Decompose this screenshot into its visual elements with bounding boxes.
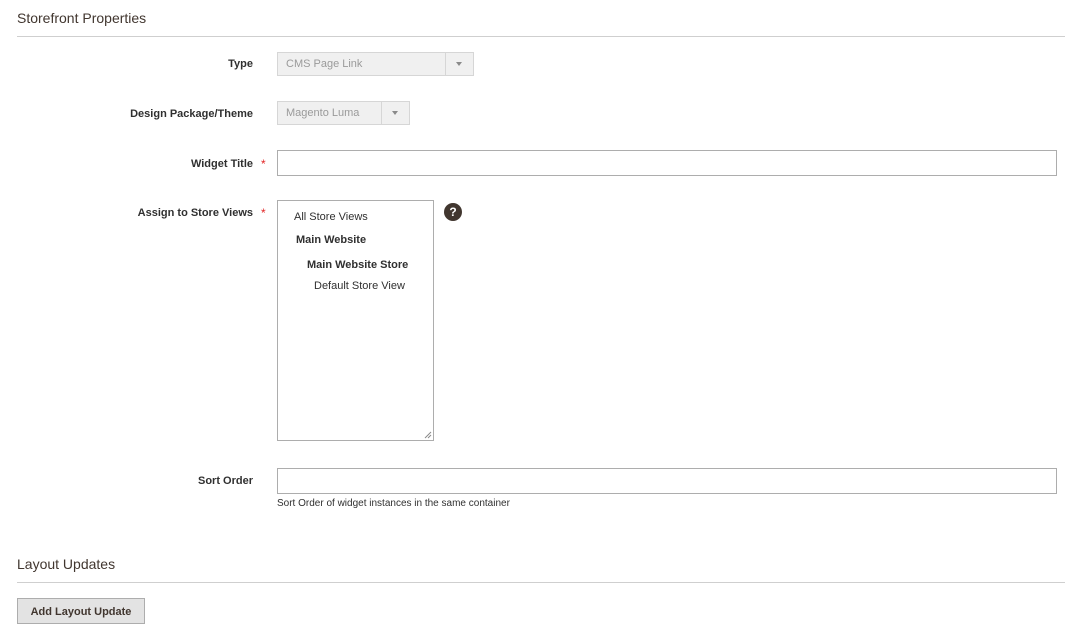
help-question-icon[interactable]: ? — [444, 203, 462, 221]
store-views-label: Assign to Store Views — [137, 207, 253, 219]
widget-title-input[interactable] — [277, 150, 1057, 176]
theme-chevron-down-icon — [381, 102, 409, 124]
theme-select[interactable]: Magento Luma — [277, 101, 410, 125]
store-view-group-store: Main Website Store — [307, 259, 409, 271]
store-views-required-mark: * — [261, 206, 266, 220]
sort-order-note: Sort Order of widget instances in the sa… — [277, 498, 510, 509]
store-view-option-all[interactable]: All Store Views — [294, 211, 368, 223]
add-layout-update-button[interactable]: Add Layout Update — [17, 598, 145, 624]
theme-label: Design Package/Theme — [130, 108, 253, 120]
store-view-group-website: Main Website — [296, 234, 367, 246]
store-views-multiselect[interactable]: All Store Views Main Website Main Websit… — [277, 200, 434, 441]
layout-updates-title: Layout Updates — [17, 556, 116, 572]
type-chevron-down-icon — [445, 53, 473, 75]
widget-title-required-mark: * — [261, 157, 266, 171]
store-view-option-default[interactable]: Default Store View — [314, 280, 405, 292]
sort-order-input[interactable] — [277, 468, 1057, 494]
storefront-properties-title: Storefront Properties — [17, 10, 147, 26]
type-select-value: CMS Page Link — [286, 58, 363, 70]
theme-select-value: Magento Luma — [286, 107, 360, 119]
layout-updates-divider — [17, 582, 1065, 583]
resize-handle-icon[interactable] — [424, 431, 432, 439]
widget-title-label: Widget Title — [190, 158, 253, 170]
storefront-properties-divider — [17, 36, 1065, 37]
type-label: Type — [228, 58, 253, 70]
type-select[interactable]: CMS Page Link — [277, 52, 474, 76]
sort-order-label: Sort Order — [197, 475, 253, 487]
